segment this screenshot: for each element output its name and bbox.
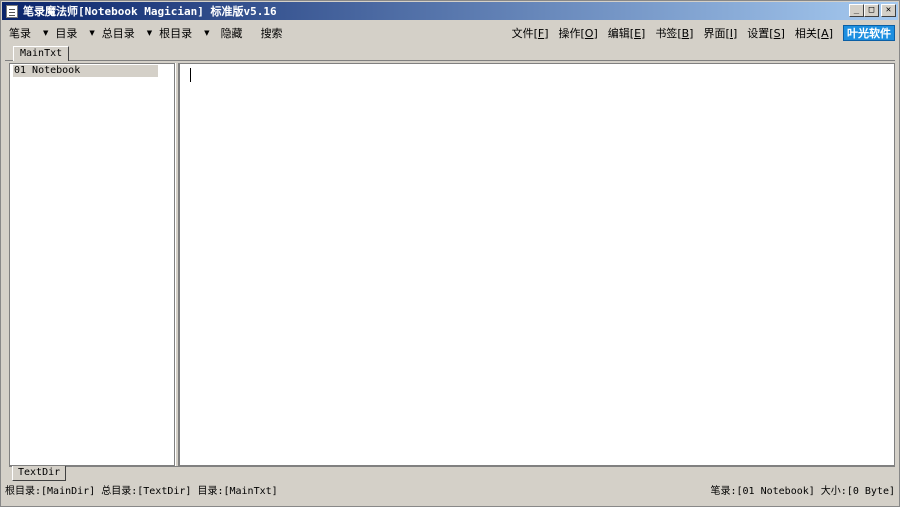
- list-item[interactable]: 01 Notebook: [13, 65, 158, 77]
- menu-directory[interactable]: 目录: [51, 25, 81, 41]
- menu-root-directory[interactable]: 根目录: [155, 25, 196, 41]
- text-caret: [190, 68, 191, 82]
- close-button[interactable]: ✕: [881, 4, 896, 17]
- brand-logo[interactable]: 叶光软件: [843, 25, 895, 41]
- tab-textdir[interactable]: TextDir: [12, 466, 67, 481]
- title-bar[interactable]: 笔录魔法师[Notebook Magician] 标准版v5.16 _ □ ✕: [2, 2, 898, 20]
- menu-related[interactable]: 相关[A]: [795, 25, 833, 41]
- bottom-tab-strip: TextDir: [9, 466, 895, 482]
- menu-interface[interactable]: 界面[I]: [703, 25, 737, 41]
- dropdown-arrow-icon[interactable]: ▼: [204, 29, 209, 37]
- notebook-icon[interactable]: [6, 4, 18, 18]
- toolbar-right: 文件[F] 操作[O] 编辑[E] 书签[B] 界面[I] 设置[S] 相关[A…: [502, 22, 895, 44]
- dropdown-arrow-icon[interactable]: ▼: [43, 29, 48, 37]
- text-editor[interactable]: [179, 63, 895, 466]
- status-bar: 根目录:[MainDir] 总目录:[TextDir] 目录:[MainTxt]…: [5, 484, 895, 500]
- menu-bookmark[interactable]: 书签[B]: [655, 25, 693, 41]
- dropdown-arrow-icon[interactable]: ▼: [89, 29, 94, 37]
- maximize-button[interactable]: □: [864, 4, 879, 17]
- status-path: 根目录:[MainDir] 总目录:[TextDir] 目录:[MainTxt]: [5, 486, 278, 497]
- menu-total-directory[interactable]: 总目录: [98, 25, 139, 41]
- top-tab-strip: MainTxt: [5, 45, 895, 61]
- menu-settings[interactable]: 设置[S]: [747, 25, 785, 41]
- menu-operate[interactable]: 操作[O]: [559, 25, 598, 41]
- menu-edit[interactable]: 编辑[E]: [608, 25, 646, 41]
- menu-notebook[interactable]: 笔录: [5, 25, 35, 41]
- search-button[interactable]: 搜索: [257, 25, 287, 41]
- tab-maintxt[interactable]: MainTxt: [13, 46, 70, 61]
- toolbar: 笔录 ▼ 目录 ▼ 总目录 ▼ 根目录 ▼ 隐藏 搜索 文件[F] 操作[O] …: [5, 22, 895, 44]
- minimize-button[interactable]: _: [849, 4, 864, 17]
- hide-button[interactable]: 隐藏: [217, 25, 247, 41]
- toolbar-left: 笔录 ▼ 目录 ▼ 总目录 ▼ 根目录 ▼ 隐藏 搜索: [5, 22, 287, 44]
- menu-file[interactable]: 文件[F]: [512, 25, 549, 41]
- main-area: 01 Notebook: [9, 63, 895, 466]
- notebook-list[interactable]: 01 Notebook: [9, 63, 175, 466]
- dropdown-arrow-icon[interactable]: ▼: [147, 29, 152, 37]
- window-controls: _ □ ✕: [849, 4, 896, 17]
- app-window: 笔录魔法师[Notebook Magician] 标准版v5.16 _ □ ✕ …: [0, 0, 900, 507]
- status-notebook-info: 笔录:[01 Notebook] 大小:[0 Byte]: [710, 486, 896, 497]
- window-title: 笔录魔法师[Notebook Magician] 标准版v5.16: [23, 5, 277, 18]
